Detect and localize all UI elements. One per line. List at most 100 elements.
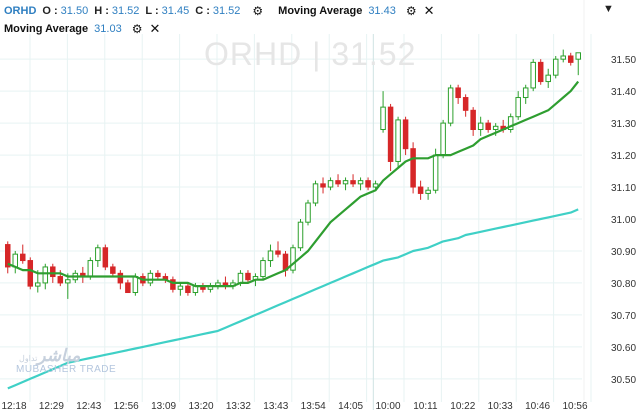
y-tick-label: 31.00 <box>611 215 636 226</box>
high-value: 31.52 <box>111 5 140 17</box>
y-tick-label: 31.40 <box>611 87 636 98</box>
candle <box>95 244 101 267</box>
candle <box>80 266 86 283</box>
gear-icon[interactable]: ⚙ <box>406 4 417 18</box>
moving-average-2-label: Moving Average <box>4 23 89 35</box>
candle <box>440 119 446 159</box>
gear-icon[interactable]: ⚙ <box>132 22 143 36</box>
x-tick-label: 13:20 <box>188 401 213 412</box>
close-icon[interactable]: ✕ <box>149 21 160 37</box>
gear-icon[interactable]: ⚙ <box>252 4 263 18</box>
candle <box>545 68 551 88</box>
candle <box>387 103 394 172</box>
candle <box>207 282 214 293</box>
x-tick-label: 10:56 <box>562 401 587 412</box>
logo-arabic-name: مباشر <box>37 346 81 366</box>
moving-average-1-value: 31.43 <box>368 5 396 17</box>
candle <box>342 177 349 191</box>
y-tick-label: 31.50 <box>611 55 636 66</box>
candle <box>117 270 124 290</box>
y-tick-label: 30.60 <box>611 343 636 354</box>
y-tick-label: 30.90 <box>611 247 636 258</box>
close-label: C : <box>195 5 210 17</box>
candle <box>297 219 304 251</box>
x-tick-label: 10:00 <box>375 401 400 412</box>
candle <box>560 49 566 63</box>
moving-average-1-label: Moving Average <box>278 5 363 17</box>
candle <box>335 174 341 188</box>
x-tick-label: 12:43 <box>76 401 101 412</box>
x-tick-label: 13:32 <box>226 401 251 412</box>
x-tick-label: 13:54 <box>301 401 326 412</box>
candle <box>305 199 311 226</box>
open-label: O : <box>42 5 58 17</box>
y-tick-label: 30.50 <box>611 375 636 386</box>
candle <box>222 276 229 290</box>
candle <box>102 244 109 271</box>
y-tick-label: 31.10 <box>611 183 636 194</box>
candle <box>27 257 34 290</box>
candle <box>185 282 191 296</box>
close-value: 31.52 <box>212 5 241 17</box>
chart-watermark: ORHD | 31.52 <box>204 36 417 72</box>
candle <box>267 244 274 267</box>
candle <box>5 241 11 274</box>
candle <box>215 279 221 290</box>
candle <box>320 177 326 194</box>
candle <box>380 91 386 133</box>
close-icon[interactable]: ✕ <box>424 3 435 19</box>
candle <box>417 180 424 200</box>
candle <box>567 52 574 66</box>
x-tick-label: 13:09 <box>151 401 176 412</box>
candle <box>42 263 49 290</box>
x-tick-label: 12:56 <box>114 401 139 412</box>
broker-logo: مباشرتداول MUBASHER TRADE <box>16 346 116 375</box>
moving-average-2-legend: Moving Average 31.03 ⚙ ✕ <box>4 21 174 37</box>
y-tick-label: 31.20 <box>611 151 636 162</box>
candle <box>537 59 544 85</box>
open-value: 31.50 <box>60 5 89 17</box>
candle <box>170 276 176 293</box>
candle <box>425 187 431 200</box>
triangle-down-icon[interactable]: ▼ <box>603 3 614 15</box>
candle <box>290 244 296 274</box>
candle <box>20 244 26 264</box>
candle <box>177 282 184 296</box>
candle <box>575 52 581 76</box>
candle <box>147 270 154 287</box>
candle <box>260 257 266 280</box>
candle <box>125 279 131 294</box>
symbol-label[interactable]: ORHD <box>4 5 36 17</box>
logo-english-name: MUBASHER TRADE <box>16 364 117 375</box>
candle <box>312 180 319 207</box>
candle <box>530 59 536 92</box>
y-tick-label: 30.70 <box>611 311 636 322</box>
candle <box>410 142 416 194</box>
x-tick-label: 13:43 <box>263 401 288 412</box>
candle <box>395 116 401 168</box>
moving-average-2-value: 31.03 <box>94 23 122 35</box>
candle <box>485 119 491 133</box>
x-tick-label: 14:05 <box>338 401 363 412</box>
x-tick-label: 12:29 <box>39 401 64 412</box>
x-tick-label: 10:11 <box>413 401 438 412</box>
candle <box>110 263 116 277</box>
candle <box>447 84 454 127</box>
candle <box>200 282 206 293</box>
candle <box>282 250 289 277</box>
candle <box>350 174 356 188</box>
x-tick-label: 10:22 <box>450 401 475 412</box>
candle <box>245 270 251 283</box>
candle <box>462 94 469 117</box>
low-value: 31.45 <box>161 5 190 17</box>
candle <box>357 177 364 191</box>
candle <box>552 55 559 79</box>
y-tick-label: 30.80 <box>611 279 636 290</box>
candle <box>12 250 19 274</box>
ohlc-legend: ORHD O :31.50 H :31.52 L :31.45 C :31.52… <box>4 3 449 19</box>
high-label: H : <box>94 5 109 17</box>
x-tick-label: 12:18 <box>1 401 26 412</box>
candle <box>507 113 514 133</box>
candle <box>522 84 529 104</box>
logo-arabic-sub: تداول <box>19 354 38 363</box>
